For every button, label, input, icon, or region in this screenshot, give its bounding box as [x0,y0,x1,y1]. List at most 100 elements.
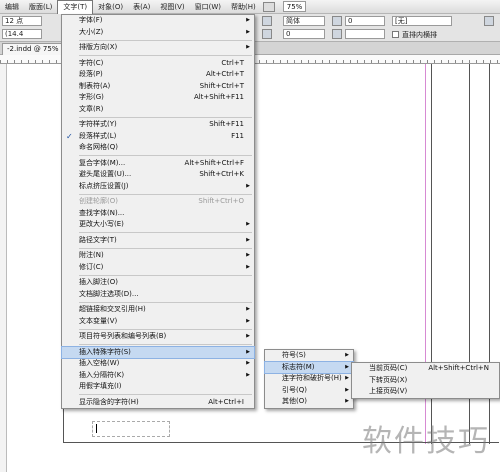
marker-menu-item[interactable]: 下转页码(X) [352,375,499,387]
type-menu-item[interactable]: 用假字填充(I) [62,381,254,393]
type-menu-item[interactable]: 排版方向(X) ▶ [62,42,254,54]
type-menu-item-label: 插入分隔符(K) [79,370,125,379]
submenu-arrow-icon: ▶ [246,306,250,312]
type-menu-item-label: 路径文字(T) [79,235,117,244]
number-field[interactable]: 0 [283,29,325,39]
type-menu-item[interactable]: 项目符号列表和编号列表(B) ▶ [62,331,254,343]
text-frame[interactable] [92,421,170,437]
type-menu-item[interactable]: 避头尾设置(U)... Shift+Ctrl+K [62,169,254,181]
type-menu-item-label: 项目符号列表和编号列表(B) [79,332,167,340]
type-menu-item[interactable]: 附注(N) ▶ [62,250,254,262]
menu-separator [79,232,252,233]
zoom-level[interactable]: 75% [282,1,307,12]
menu-table[interactable]: 表(A) [128,0,155,14]
type-menu-item[interactable]: 标点挤压设置(J) ▶ [62,181,254,193]
type-menu-item[interactable]: 文章(R) [62,104,254,116]
special-char-submenu: 符号(S) ▶ 标志符(M) ▶ 连字符和破折号(H) ▶ 引号(Q) ▶ 其他(O) ▶ [264,349,354,409]
type-menu-item[interactable]: ✓ 段落样式(L) F11 [62,131,254,143]
type-menu-item[interactable]: 文档脚注选项(D)... [62,289,254,301]
type-menu-item[interactable]: 字体(F) ▶ [62,15,254,27]
ruby-checkbox[interactable] [392,31,399,38]
menu-help[interactable]: 帮助(H) [226,0,261,14]
submenu-arrow-icon: ▶ [246,348,250,355]
type-menu-item[interactable]: 更改大小写(E) ▶ [62,219,254,231]
type-menu-item[interactable]: 段落(P) Alt+Ctrl+T [62,69,254,81]
marker-menu-item-label: 上接页码(V) [369,387,408,395]
special-char-menu-item[interactable]: 标志符(M) ▶ [264,360,354,374]
lang-field[interactable]: 简体 [283,16,325,26]
type-menu-item[interactable]: 超链接和交叉引用(H) ▶ [62,304,254,316]
special-char-menu-item[interactable]: 其他(O) ▶ [265,396,353,408]
type-menu-item-label: 修订(C) [79,262,104,271]
marker-submenu: 当前页码(C) Alt+Shift+Ctrl+N 下转页码(X) 上接页码(V) [351,362,500,399]
menu-separator [79,274,252,276]
leading-field[interactable]: (14.4 [2,29,42,39]
submenu-arrow-icon: ▶ [246,371,250,378]
underline-style-dropdown[interactable]: [无] [392,16,452,26]
type-menu-item-label: 插入特殊字符(S) [79,347,131,356]
special-char-menu-item[interactable]: 符号(S) ▶ [265,350,353,362]
menu-separator [79,344,252,345]
type-menu-item-shortcut: F11 [231,131,244,140]
type-menu-item[interactable]: 插入分隔符(K) ▶ [62,370,254,382]
type-menu-item[interactable]: 复合字体(M)... Alt+Shift+Ctrl+F [62,158,254,170]
menu-object[interactable]: 对象(O) [93,0,128,14]
submenu-arrow-icon: ▶ [345,386,349,393]
type-menu-item[interactable]: 文本变量(V) ▶ [62,316,254,328]
menu-window[interactable]: 窗口(W) [190,0,226,14]
panel-menu-icon[interactable] [484,16,494,26]
type-menu-item-label: 文档脚注选项(D)... [79,289,139,298]
marker-menu-item[interactable]: 上接页码(V) [352,386,499,398]
font-size-field[interactable]: 12 点 [2,16,42,26]
bridge-icon[interactable] [262,1,275,12]
submenu-arrow-icon: ▶ [345,363,349,370]
special-char-menu-item-label: 连字符和破折号(H) [282,374,342,382]
text-cursor [96,424,97,433]
type-menu-item[interactable]: 字形(G) Alt+Shift+F11 [62,92,254,104]
type-menu-item[interactable]: 显示隐含的字符(H) Alt+Ctrl+I [62,397,254,409]
special-char-menu-item[interactable]: 连字符和破折号(H) ▶ [265,373,353,385]
special-char-menu-item[interactable]: 引号(Q) ▶ [265,385,353,397]
type-menu-item[interactable]: 制表符(A) Shift+Ctrl+T [62,81,254,93]
type-menu-item[interactable]: 插入脚注(O) [62,277,254,289]
type-menu-item-shortcut: Ctrl+T [221,58,244,67]
type-menu: 字体(F) ▶ 大小(Z) ▶ 排版方向(X) ▶ 字符(C) Ctrl+T 段落(P) Alt+… [61,14,255,409]
submenu-arrow-icon: ▶ [246,263,250,270]
document-tab[interactable]: -2.indd @ 75% [2,43,64,55]
submenu-arrow-icon: ▶ [345,398,349,404]
type-menu-item[interactable]: 插入空格(W) ▶ [62,358,254,370]
type-menu-item[interactable]: 查找字体(N)... [62,208,254,220]
align-icon[interactable] [262,16,272,26]
justify-icon[interactable] [262,29,272,39]
type-menu-item-label: 段落(P) [79,70,103,78]
type-menu-item[interactable]: 路径文字(T) ▶ [62,235,254,247]
type-menu-item-label: 排版方向(X) [79,43,118,51]
type-menu-item-label: 制表符(A) [79,81,111,90]
marker-menu-item-shortcut: Alt+Shift+Ctrl+N [428,364,489,372]
type-menu-item[interactable]: 大小(Z) ▶ [62,27,254,39]
menu-edit[interactable]: 编辑 [0,0,24,14]
char-style-field[interactable]: 0 [345,16,385,26]
type-menu-item-label: 段落样式(L) [79,131,117,140]
checkmark-icon: ✓ [66,131,73,141]
submenu-arrow-icon: ▶ [345,375,349,381]
type-menu-item[interactable]: 字符样式(Y) Shift+F11 [62,119,254,131]
menu-view[interactable]: 视图(V) [155,0,189,14]
menu-layout[interactable]: 版面(L) [24,0,57,14]
marker-menu-item[interactable]: 当前页码(C) Alt+Shift+Ctrl+N [352,363,499,375]
menu-separator [79,116,252,118]
submenu-arrow-icon: ▶ [246,182,250,189]
type-menu-item: 创建轮廓(O) Shift+Ctrl+O [62,196,254,208]
type-menu-item[interactable]: 字符(C) Ctrl+T [62,58,254,70]
type-menu-item[interactable]: 修订(C) ▶ [62,262,254,274]
menu-type[interactable]: 文字(T) [57,0,94,14]
type-menu-item[interactable]: 插入特殊字符(S) ▶ [61,345,255,359]
kerning-field[interactable] [345,29,385,39]
submenu-arrow-icon: ▶ [246,333,250,339]
type-menu-item-label: 标点挤压设置(J) [79,181,129,190]
submenu-arrow-icon: ▶ [246,252,250,258]
menu-separator [79,247,252,249]
special-char-menu-item-label: 引号(Q) [282,385,307,394]
menu-separator [79,155,252,156]
type-menu-item[interactable]: 命名网格(Q) [62,142,254,154]
